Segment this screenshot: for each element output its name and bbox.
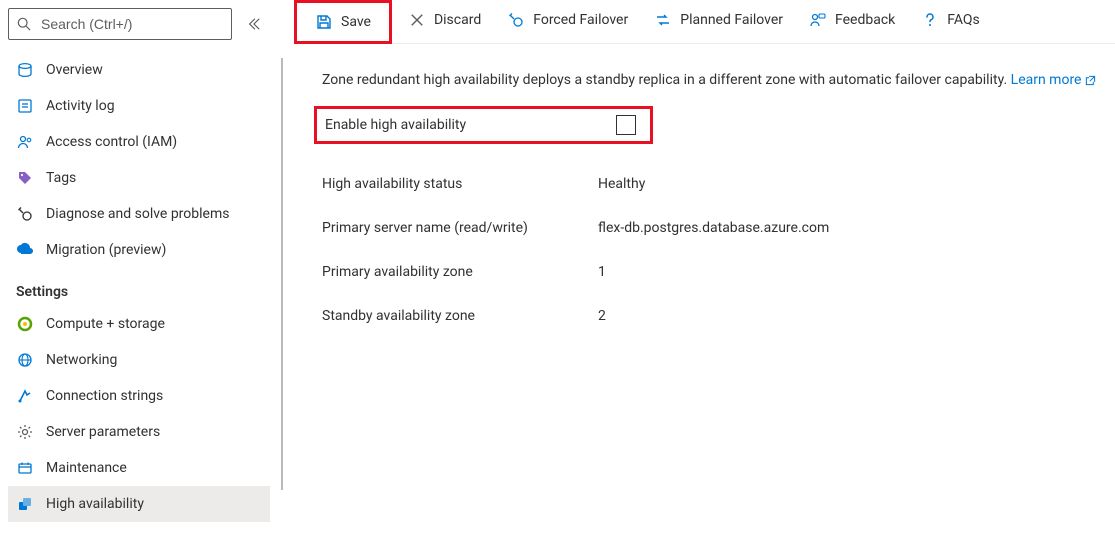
external-link-icon xyxy=(1085,75,1096,86)
sidebar-item-label: Server parameters xyxy=(46,424,160,440)
toolbar-label: Discard xyxy=(434,12,481,28)
sidebar-item-server-parameters[interactable]: Server parameters xyxy=(8,414,270,450)
toolbar-label: Forced Failover xyxy=(533,12,628,28)
sidebar-item-label: Compute + storage xyxy=(46,316,165,332)
forced-failover-icon xyxy=(507,11,525,29)
discard-icon xyxy=(408,11,426,29)
sidebar-item-connection-strings[interactable]: Connection strings xyxy=(8,378,270,414)
enable-high-availability-checkbox[interactable] xyxy=(616,115,636,135)
compute-storage-icon xyxy=(16,315,34,333)
activity-log-icon xyxy=(16,97,34,115)
networking-icon xyxy=(16,351,34,369)
enable-high-availability-row: Enable high availability xyxy=(314,106,653,144)
sidebar-item-compute-storage[interactable]: Compute + storage xyxy=(8,306,270,342)
feedback-button[interactable]: Feedback xyxy=(799,4,905,36)
property-value: Healthy xyxy=(598,176,645,192)
search-box[interactable] xyxy=(8,8,232,40)
table-row: Standby availability zone 2 xyxy=(322,294,1115,338)
search-input[interactable] xyxy=(39,15,223,33)
maintenance-icon xyxy=(16,459,34,477)
sidebar-item-networking[interactable]: Networking xyxy=(8,342,270,378)
toolbar-label: Planned Failover xyxy=(680,12,783,28)
diagnose-icon xyxy=(16,205,34,223)
settings-header: Settings xyxy=(8,268,270,306)
description-row: Zone redundant high availability deploys… xyxy=(322,72,1115,88)
feedback-icon xyxy=(809,11,827,29)
sidebar-item-high-availability[interactable]: High availability xyxy=(8,486,270,522)
toolbar: Save Discard Forced Failover Planned Fai… xyxy=(294,0,1115,44)
sidebar-item-label: Migration (preview) xyxy=(46,242,166,258)
connection-strings-icon xyxy=(16,387,34,405)
access-control-icon xyxy=(16,133,34,151)
property-value: 2 xyxy=(598,308,606,324)
sidebar-item-label: Activity log xyxy=(46,98,115,114)
tags-icon xyxy=(16,169,34,187)
forced-failover-button[interactable]: Forced Failover xyxy=(497,4,638,36)
high-availability-icon xyxy=(16,495,34,513)
nav-settings: Compute + storage Networking Connection … xyxy=(8,306,270,522)
nav-primary: Overview Activity log Access control (IA… xyxy=(8,52,270,268)
toolbar-label: Feedback xyxy=(835,12,895,28)
link-label: Learn more xyxy=(1011,72,1082,88)
main-content: Save Discard Forced Failover Planned Fai… xyxy=(270,0,1115,554)
sidebar-item-label: Maintenance xyxy=(46,460,127,476)
server-parameters-icon xyxy=(16,423,34,441)
sidebar-item-access-control[interactable]: Access control (IAM) xyxy=(8,124,270,160)
toolbar-label: Save xyxy=(341,14,371,30)
properties-table: High availability status Healthy Primary… xyxy=(322,162,1115,338)
save-icon xyxy=(315,13,333,31)
collapse-sidebar-button[interactable] xyxy=(242,12,266,36)
table-row: Primary server name (read/write) flex-db… xyxy=(322,206,1115,250)
table-row: High availability status Healthy xyxy=(322,162,1115,206)
table-row: Primary availability zone 1 xyxy=(322,250,1115,294)
sidebar-item-maintenance[interactable]: Maintenance xyxy=(8,450,270,486)
property-key: Standby availability zone xyxy=(322,308,598,324)
description-text: Zone redundant high availability deploys… xyxy=(322,72,1007,88)
planned-failover-icon xyxy=(654,11,672,29)
faqs-icon xyxy=(921,11,939,29)
overview-icon xyxy=(16,61,34,79)
discard-button[interactable]: Discard xyxy=(398,4,491,36)
sidebar-item-diagnose[interactable]: Diagnose and solve problems xyxy=(8,196,270,232)
toolbar-label: FAQs xyxy=(947,12,980,28)
learn-more-link[interactable]: Learn more xyxy=(1011,72,1097,88)
property-key: Primary server name (read/write) xyxy=(322,220,598,236)
sidebar-item-label: Overview xyxy=(46,62,103,78)
sidebar-item-label: Tags xyxy=(46,170,76,186)
sidebar-item-activity-log[interactable]: Activity log xyxy=(8,88,270,124)
enable-label: Enable high availability xyxy=(325,117,466,133)
faqs-button[interactable]: FAQs xyxy=(911,4,990,36)
search-icon xyxy=(17,17,31,31)
property-value: 1 xyxy=(598,264,606,280)
migration-icon xyxy=(16,241,34,259)
sidebar-item-label: Access control (IAM) xyxy=(46,134,177,150)
sidebar-item-overview[interactable]: Overview xyxy=(8,52,270,88)
sidebar-item-migration[interactable]: Migration (preview) xyxy=(8,232,270,268)
sidebar-item-label: Networking xyxy=(46,352,117,368)
sidebar-item-tags[interactable]: Tags xyxy=(8,160,270,196)
property-value: flex-db.postgres.database.azure.com xyxy=(598,220,829,236)
sidebar-item-label: High availability xyxy=(46,496,144,512)
save-button[interactable]: Save xyxy=(305,6,381,38)
save-highlight-box: Save xyxy=(294,0,392,44)
sidebar-item-label: Connection strings xyxy=(46,388,163,404)
property-key: Primary availability zone xyxy=(322,264,598,280)
property-key: High availability status xyxy=(322,176,598,192)
sidebar-item-label: Diagnose and solve problems xyxy=(46,206,229,222)
sidebar: Overview Activity log Access control (IA… xyxy=(0,0,270,554)
planned-failover-button[interactable]: Planned Failover xyxy=(644,4,793,36)
